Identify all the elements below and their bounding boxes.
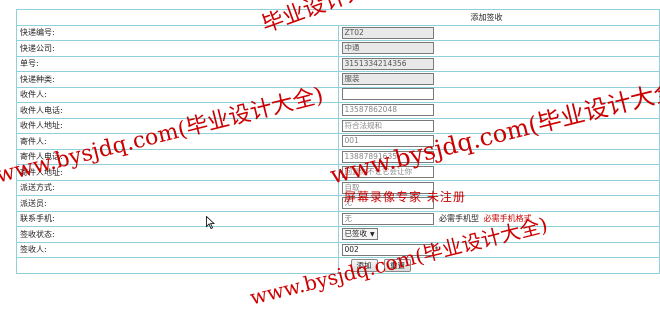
mouse-cursor-icon [206, 216, 215, 229]
signer-input[interactable]: 002 [341, 243, 434, 256]
tracking-label: 单号: [16, 55, 339, 72]
sender-phone-label: 寄件人电话: [16, 148, 339, 165]
sender-address-label: 寄件人地址: [16, 164, 339, 181]
required-mark: * [434, 244, 439, 254]
form-row-buttons: 添加 重置 [16, 257, 660, 274]
form-row-recipient: 收件人: [16, 86, 660, 103]
form-row-recipient-phone: 收件人电话: 13587862048 [16, 102, 660, 119]
contact-phone-input[interactable]: 无 [341, 212, 434, 225]
form-row-delivery-method: 派送方式: 自取 [16, 179, 660, 196]
form-row-contact-phone: 联系手机: 无 必需手机型 必需手机格式 [16, 210, 660, 227]
form-row-signer: 签收人: 002 * [16, 241, 660, 258]
form-title: 添加签收 [16, 9, 660, 26]
recipient-phone-input[interactable]: 13587862048 [341, 104, 434, 117]
form-title-row: 添加签收 [16, 9, 660, 26]
sender-phone-input[interactable]: 13887891635 [341, 150, 434, 163]
recipient-input[interactable] [341, 87, 434, 100]
form-row-type: 快递种类: 服装 [16, 71, 660, 88]
recipient-phone-label: 收件人电话: [16, 102, 339, 119]
form-row-company: 快递公司: 中通 [16, 40, 660, 57]
express-no-label: 快递编号: [16, 24, 339, 41]
recipient-address-input[interactable]: 符合法规和 [341, 119, 434, 132]
sign-status-label: 签收状态: [16, 226, 339, 243]
form-row-express-no: 快递编号: ZT02 [16, 24, 660, 41]
form-row-sender-address: 寄件人地址: 回复你不让它会让你 [16, 164, 660, 181]
delivery-method-label: 派送方式: [16, 179, 339, 196]
sender-address-input[interactable]: 回复你不让它会让你 [341, 166, 434, 179]
form-row-sender: 寄件人: 001 [16, 133, 660, 150]
tracking-input[interactable]: 3151334214356 [341, 57, 434, 70]
contact-phone-error: 必需手机格式 [483, 213, 532, 223]
form-row-recipient-address: 收件人地址: 符合法规和 [16, 117, 660, 134]
add-button[interactable]: 添加 [350, 258, 378, 272]
contact-phone-hint: 必需手机型 [439, 213, 480, 223]
company-input[interactable]: 中通 [341, 42, 434, 55]
sign-status-value: 已签收 [344, 229, 368, 239]
reset-button[interactable]: 重置 [384, 258, 412, 272]
registration-notice: 屏幕录像专家 未注册 [344, 190, 466, 204]
recipient-label: 收件人: [16, 86, 339, 103]
sender-label: 寄件人: [16, 133, 339, 150]
sender-input[interactable]: 001 [341, 135, 434, 148]
chevron-down-icon: ▼ [370, 231, 375, 239]
form-row-tracking: 单号: 3151334214356 [16, 55, 660, 72]
contact-phone-label: 联系手机: [16, 210, 339, 227]
courier-label: 派送员: [16, 195, 339, 212]
sign-form-table: 添加签收 快递编号: ZT02 快递公司: 中通 单号: 31513342143… [16, 9, 660, 274]
form-row-courier: 派送员: 无 [16, 195, 660, 212]
type-label: 快递种类: [16, 71, 339, 88]
signer-label: 签收人: [16, 241, 339, 258]
form-row-sign-status: 签收状态: 已签收 ▼ [16, 226, 660, 243]
form-row-sender-phone: 寄件人电话: 13887891635 [16, 148, 660, 165]
express-no-input[interactable]: ZT02 [341, 26, 434, 39]
recipient-address-label: 收件人地址: [16, 117, 339, 134]
sign-status-select[interactable]: 已签收 ▼ [341, 228, 378, 241]
type-input[interactable]: 服装 [341, 73, 434, 86]
company-label: 快递公司: [16, 40, 339, 57]
